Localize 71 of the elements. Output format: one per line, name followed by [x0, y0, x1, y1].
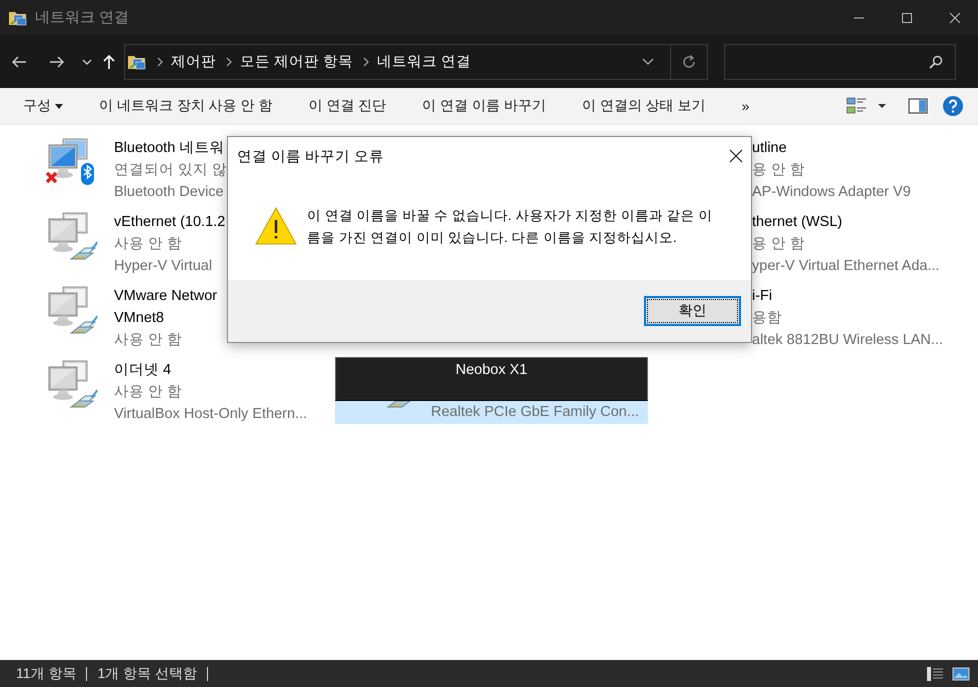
chevron-icon	[363, 56, 370, 66]
window-title: 네트워크 연결	[35, 8, 130, 27]
details-view-icon	[926, 666, 944, 682]
caret-icon	[55, 104, 63, 108]
connection-name: thernet (WSL)	[752, 213, 844, 232]
connection-detail: AP-Windows Adapter V9	[752, 183, 911, 202]
toolbar-button[interactable]: »	[732, 92, 758, 120]
dialog-title: 연결 이름 바꾸기 오류	[237, 148, 384, 166]
toolbar-button[interactable]: 이 연결의 상태 보기	[572, 91, 715, 121]
connection-item[interactable]: vEthernet (10.1.2 사용 안 함 Hyper-V Virtual	[45, 209, 226, 283]
toolbar-button[interactable]: 이 네트워크 장치 사용 안 함	[90, 91, 282, 121]
connection-name: VMnet8	[114, 309, 165, 328]
connection-detail: 사용 안 함	[114, 235, 184, 254]
maximize-icon	[901, 12, 913, 24]
chevron-icon	[157, 56, 163, 66]
forward-arrow-icon	[49, 54, 65, 68]
breadcrumb-item[interactable]: 네트워크 연결	[377, 52, 472, 71]
connection-detail: Hyper-V Virtual	[114, 257, 214, 276]
selection-count: 1개 항목 선택함	[97, 664, 198, 682]
large-icons-view-button[interactable]	[952, 666, 970, 682]
connection-detail: 사용 안 함	[114, 383, 184, 402]
connection-item[interactable]: 이더넷 4 사용 안 함 VirtualBox Host-Only Ethern...	[45, 357, 308, 431]
chevron-icon	[226, 56, 232, 66]
error-message: 이 연결 이름을 바꿀 수 없습니다. 사용자가 지정한 이름과 같은 이 름을 가진 연결이 이미 있습니다. 다른 이름을 지정하십시오.	[307, 207, 712, 247]
chevron-down-icon	[82, 58, 92, 64]
connection-detail: Realtek PCIe GbE Family Con...	[431, 403, 639, 422]
connection-name: vEthernet (10.1.2	[114, 213, 226, 232]
connection-detail: altek 8812BU Wireless LAN...	[752, 331, 943, 350]
help-icon	[942, 95, 964, 117]
close-icon[interactable]	[729, 149, 743, 163]
back-arrow-icon	[11, 54, 27, 68]
connection-item[interactable]: Bluetooth 네트워 연결되어 있지 않 Bluetooth Device	[45, 135, 228, 209]
connection-detail: 용함	[752, 309, 783, 328]
details-view-button[interactable]	[926, 666, 944, 682]
connection-name: 이더넷 4	[114, 361, 172, 380]
search-icon	[929, 54, 943, 68]
connection-name: utline	[752, 139, 788, 158]
connection-detail: 용 안 함	[752, 161, 806, 180]
item-count: 11개 항목	[16, 664, 76, 682]
search-field[interactable]	[724, 44, 956, 80]
connection-detail: yper-V Virtual Ethernet Ada...	[752, 257, 940, 276]
breadcrumb-item[interactable]: 모든 제어판 항목	[240, 52, 354, 71]
ok-button[interactable]: 확인	[644, 296, 741, 326]
warning-icon	[255, 207, 297, 245]
preview-pane-button[interactable]	[908, 98, 928, 114]
close-icon	[949, 12, 961, 24]
connection-detail: 연결되어 있지 않	[114, 161, 228, 180]
refresh-icon[interactable]	[681, 54, 697, 70]
breadcrumb-item[interactable]: 제어판	[171, 52, 216, 71]
dropdown-icon[interactable]	[642, 58, 654, 65]
toolbar-button[interactable]: 이 연결 이름 바꾸기	[413, 91, 555, 121]
connection-name: Bluetooth 네트워	[114, 139, 226, 158]
connection-detail: 용 안 함	[752, 235, 806, 254]
connection-item[interactable]: Neobox X1 Realtek PCIe GbE Family Con...	[335, 357, 648, 424]
connection-item[interactable]: utline 용 안 함 AP-Windows Adapter V9	[752, 135, 911, 209]
help-button[interactable]	[942, 95, 964, 117]
connection-detail: Bluetooth Device	[114, 183, 225, 202]
connection-detail: 사용 안 함	[114, 331, 184, 350]
connection-item[interactable]: thernet (WSL) 용 안 함 yper-V Virtual Ethernet Ada...	[752, 209, 940, 283]
address-bar[interactable]: 제어판 모든 제어판 항목 네트워크 연결	[124, 44, 708, 80]
connection-item[interactable]: i-Fi 용함 altek 8812BU Wireless LAN...	[752, 283, 943, 357]
toolbar-button[interactable]: 이 연결 진단	[299, 91, 396, 121]
toolbar-button[interactable]: 구성	[14, 91, 72, 121]
connection-name: i-Fi	[752, 287, 774, 306]
large-icons-view-icon	[952, 666, 970, 682]
connection-name: VMware Networ	[114, 287, 218, 306]
connection-detail: VirtualBox Host-Only Ethern...	[114, 405, 308, 424]
rename-field[interactable]: Neobox X1	[335, 357, 648, 401]
preview-pane-icon	[908, 98, 928, 114]
up-arrow-icon	[103, 54, 115, 70]
connection-item[interactable]: VMware Networ VMnet8 사용 안 함	[45, 283, 218, 357]
